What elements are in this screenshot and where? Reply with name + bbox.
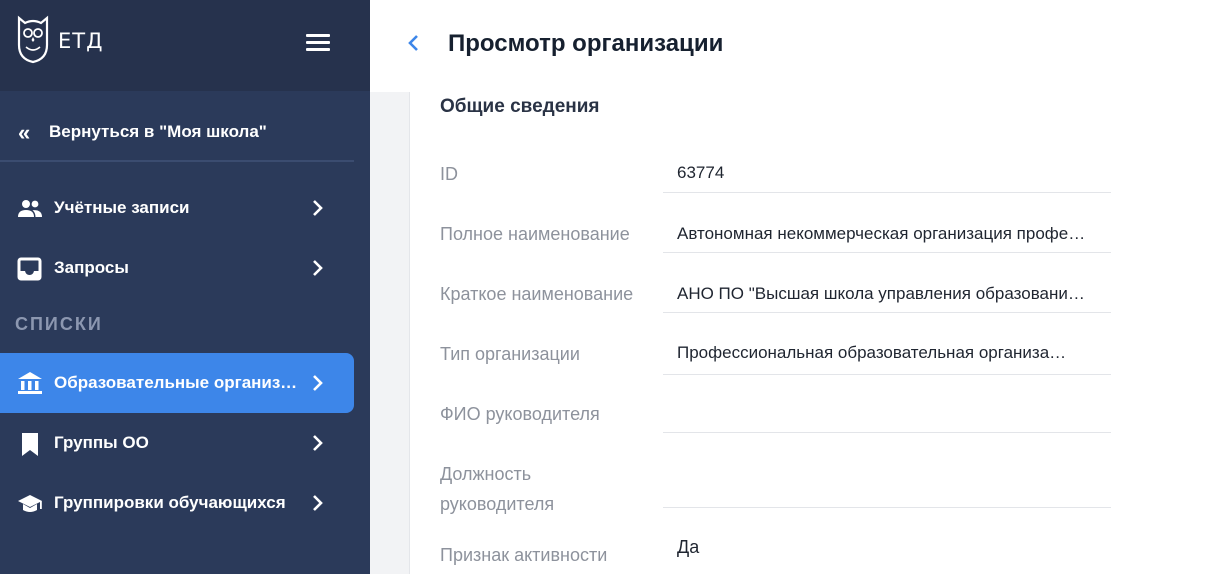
field-value-text: Автономная некоммерческая организация пр…	[677, 224, 1111, 243]
field-label-head-position: Должность руководителя	[440, 464, 555, 514]
sidebar-divider	[0, 160, 354, 162]
content-left-strip	[370, 92, 410, 574]
chevron-right-icon	[313, 495, 323, 511]
sidebar-item-label: Группировки обучающихся	[54, 493, 286, 512]
field-value-id: 63774	[663, 163, 1111, 193]
graduation-cap-icon	[18, 495, 42, 512]
back-chevron-icon[interactable]	[404, 32, 424, 54]
bookmark-icon	[22, 433, 38, 456]
field-label-id: ID	[440, 164, 458, 184]
sidebar-item-educational-organizations[interactable]: Образовательные организации	[0, 353, 354, 413]
back-link-label: Вернуться в "Моя школа"	[49, 122, 267, 141]
field-label-active: Признак активности	[440, 545, 608, 565]
section-title: Общие сведения	[440, 96, 600, 117]
field-value-text: АНО ПО "Высшая школа управления образова…	[677, 284, 1096, 303]
field-value-head-name	[663, 400, 1111, 433]
institution-icon	[18, 372, 42, 394]
back-to-my-school-link[interactable]: « Вернуться в "Моя школа"	[0, 104, 354, 160]
chevron-right-icon	[313, 435, 323, 451]
field-label-short-name: Краткое наименование	[440, 284, 634, 304]
field-value-head-position	[663, 460, 1111, 508]
sidebar-header: ЕТД	[0, 0, 370, 91]
field-label-full-name: Полное наименование	[440, 224, 630, 244]
section-label-lists: СПИСКИ	[15, 314, 103, 334]
chevron-right-icon	[313, 200, 323, 216]
sidebar-item-label: Учётные записи	[54, 198, 190, 217]
menu-toggle-icon[interactable]	[306, 32, 332, 52]
field-label-head-name: ФИО руководителя	[440, 404, 600, 424]
sidebar-item-label: Образовательные организации	[54, 373, 300, 392]
field-value-text: Профессиональная образовательная организ…	[677, 343, 1078, 362]
field-value-text: Да	[677, 537, 700, 557]
chevron-right-icon	[313, 375, 323, 391]
logo-text: ЕТД	[58, 29, 104, 53]
sidebar-item-org-groups[interactable]: Группы ОО	[0, 414, 354, 472]
field-value-active: Да	[663, 537, 1111, 569]
sidebar: ЕТД « Вернуться в "Моя школа" Учётные за…	[0, 0, 370, 574]
sidebar-item-student-groupings[interactable]: Группировки обучающихся	[0, 474, 354, 532]
field-value-org-type: Профессиональная образовательная организ…	[663, 343, 1111, 375]
sidebar-item-accounts[interactable]: Учётные записи	[0, 179, 354, 237]
sidebar-item-requests[interactable]: Запросы	[0, 239, 354, 297]
inbox-icon	[17, 257, 42, 281]
field-value-short-name: АНО ПО "Высшая школа управления образова…	[663, 284, 1111, 313]
field-value-full-name: Автономная некоммерческая организация пр…	[663, 224, 1111, 253]
owl-logo-icon	[17, 15, 49, 64]
double-chevron-left-icon: «	[18, 120, 31, 145]
field-value-text: 63774	[677, 163, 725, 182]
field-label-org-type: Тип организации	[440, 344, 580, 364]
sidebar-item-label: Запросы	[54, 258, 129, 277]
chevron-right-icon	[313, 260, 323, 276]
users-icon	[18, 200, 42, 217]
sidebar-item-label: Группы ОО	[54, 433, 149, 452]
page-title: Просмотр организации	[448, 30, 724, 57]
